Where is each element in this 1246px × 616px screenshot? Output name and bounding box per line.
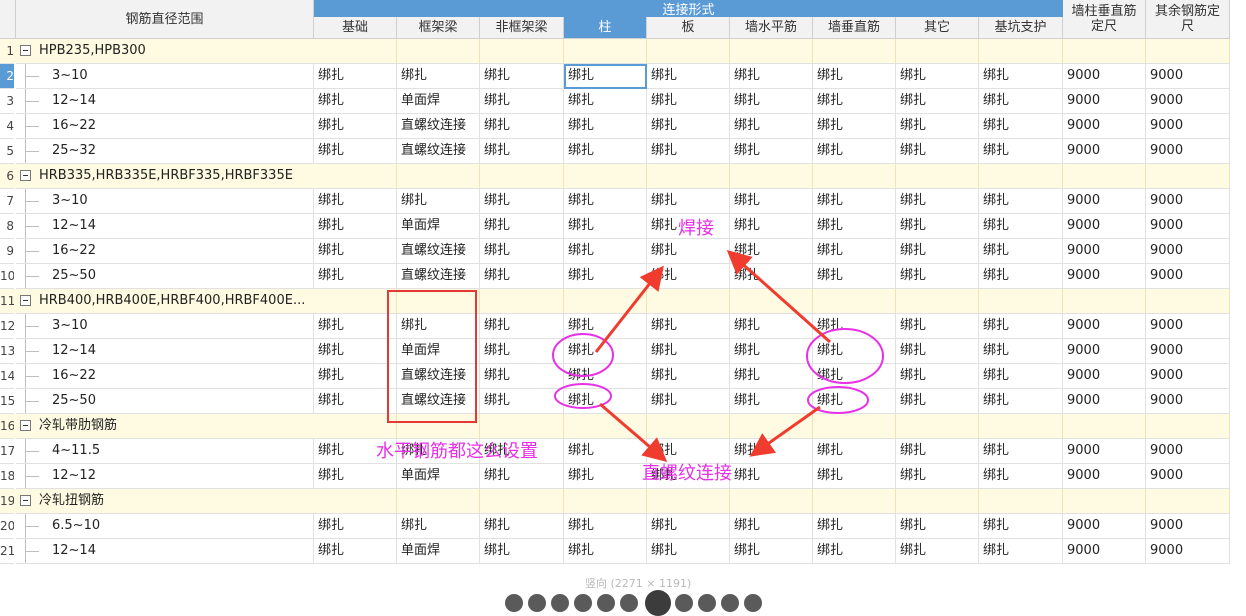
pager-dot[interactable]	[620, 594, 638, 612]
pager-dot[interactable]	[721, 594, 739, 612]
highlight-circle-wall-vertical-13-14	[806, 328, 884, 384]
pager-dot[interactable]	[528, 594, 546, 612]
pager-dot[interactable]	[574, 594, 592, 612]
arrow-column-to-weld	[594, 265, 664, 353]
arrow-wall-to-threaded	[749, 405, 821, 457]
image-size-caption: 竖向 (2271 × 1191)	[585, 577, 692, 590]
pager-dot[interactable]	[551, 594, 569, 612]
pager-dot[interactable]	[597, 594, 615, 612]
annotation-weld: 焊接	[678, 218, 714, 239]
pager-dot[interactable]	[744, 594, 762, 612]
pager-dot[interactable]	[675, 594, 693, 612]
pager-dot[interactable]	[698, 594, 716, 612]
pager-dot[interactable]	[645, 590, 671, 616]
highlight-box-frame-beam	[387, 290, 477, 423]
annotation-threaded: 直螺纹连接	[642, 463, 732, 484]
annotation-overlay	[387, 250, 884, 462]
arrow-wall-to-weld	[726, 250, 831, 344]
arrow-column-to-threaded	[599, 402, 668, 462]
annotation-horizontal-note: 水平钢筋都这么设置	[376, 441, 538, 462]
pager-dot[interactable]	[505, 594, 523, 612]
